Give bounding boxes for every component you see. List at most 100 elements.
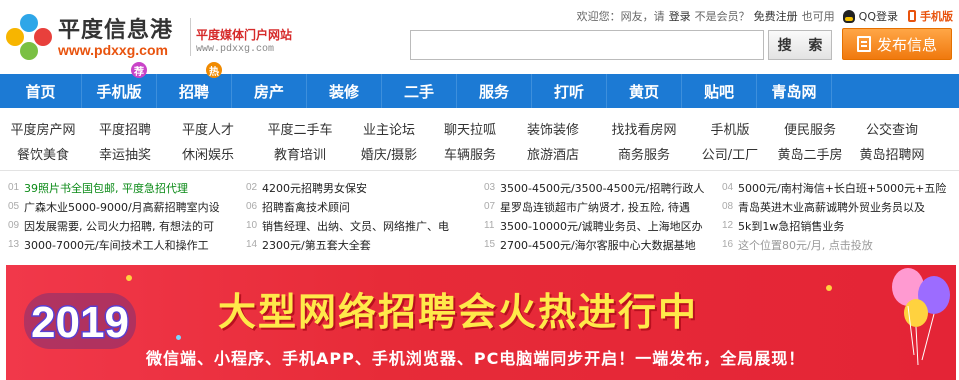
category-link[interactable]: 手机版 bbox=[692, 119, 768, 138]
category-link[interactable]: 黄岛二手房 bbox=[768, 144, 852, 163]
ad-item[interactable]: 09 因发展需要, 公司火力招聘, 有想法的可 bbox=[8, 216, 244, 235]
nav-item-secondhand[interactable]: 二手 bbox=[382, 74, 457, 108]
site-slogan: 平度媒体门户网站 bbox=[196, 28, 293, 42]
category-link[interactable]: 聊天拉呱 bbox=[430, 119, 510, 138]
login-link[interactable]: 登录 bbox=[669, 8, 691, 24]
not-member-text: 不是会员？ bbox=[694, 10, 750, 23]
ad-text: 4200元招聘男女保安 bbox=[262, 181, 367, 195]
category-link[interactable]: 平度人才 bbox=[164, 119, 252, 138]
nav-item-decor[interactable]: 装修 bbox=[307, 74, 382, 108]
ad-text: 这个位置80元/月, 点击投放 bbox=[738, 238, 873, 252]
category-link[interactable]: 婚庆/摄影 bbox=[348, 144, 430, 163]
ad-item[interactable]: 02 4200元招聘男女保安 bbox=[246, 178, 482, 197]
banner-title: 大型网络招聘会火热进行中 bbox=[218, 290, 699, 334]
nav-label: 贴吧 bbox=[703, 82, 734, 101]
recruitment-banner[interactable]: 2019 大型网络招聘会火热进行中 微信端、小程序、手机APP、手机浏览器、PC… bbox=[6, 265, 956, 380]
ad-text: 2300元/第五套大全套 bbox=[262, 238, 371, 252]
category-link[interactable]: 装饰装修 bbox=[510, 119, 596, 138]
nav-item-ask[interactable]: 打听 bbox=[532, 74, 607, 108]
ad-item[interactable]: 12 5k到1w急招销售业务 bbox=[722, 216, 958, 235]
main-nav: 首页 手机版 荐 招聘 热 房产 装修 二手 服务 打听 黄页 贴吧 青岛网 bbox=[0, 62, 959, 108]
publish-button[interactable]: 发布信息 bbox=[842, 28, 952, 60]
category-link[interactable]: 旅游酒店 bbox=[510, 144, 596, 163]
ad-item[interactable]: 06 招聘畜禽技术顾问 bbox=[246, 197, 482, 216]
nav-item-qingdao[interactable]: 青岛网 bbox=[757, 74, 832, 108]
section-divider bbox=[0, 170, 959, 171]
text-ads: 01 39照片书全国包邮, 平度急招代理 02 4200元招聘男女保安 03 3500… bbox=[8, 178, 956, 254]
ad-text: 3000-7000元/车间技术工人和操作工 bbox=[24, 238, 209, 252]
category-link[interactable]: 公司/工厂 bbox=[692, 144, 768, 163]
ad-text: 青岛英进木业高薪诚聘外贸业务员以及 bbox=[738, 200, 925, 214]
nav-label: 房产 bbox=[253, 82, 284, 101]
confetti-dot bbox=[176, 335, 181, 340]
ad-item[interactable]: 13 3000-7000元/车间技术工人和操作工 bbox=[8, 235, 244, 254]
ad-number: 07 bbox=[484, 201, 496, 212]
recommend-badge: 荐 bbox=[131, 62, 147, 78]
nav-label: 打听 bbox=[553, 82, 584, 101]
edit-icon bbox=[856, 36, 871, 52]
category-link[interactable]: 业主论坛 bbox=[348, 119, 430, 138]
mobile-version-link[interactable]: 手机版 bbox=[920, 8, 953, 24]
ad-number: 09 bbox=[8, 220, 20, 231]
nav-item-service[interactable]: 服务 bbox=[457, 74, 532, 108]
ad-text: 销售经理、出纳、文员、网络推广、电 bbox=[262, 219, 449, 233]
category-link[interactable]: 休闲娱乐 bbox=[164, 144, 252, 163]
ad-item[interactable]: 08 青岛英进木业高薪诚聘外贸业务员以及 bbox=[722, 197, 958, 216]
category-link[interactable]: 黄岛招聘网 bbox=[852, 144, 932, 163]
category-link[interactable]: 找找看房网 bbox=[596, 119, 692, 138]
ad-number: 11 bbox=[484, 220, 495, 231]
ad-item[interactable]: 15 2700-4500元/海尔客服中心大数据基地 bbox=[484, 235, 720, 254]
ad-number: 16 bbox=[722, 239, 734, 250]
ad-text: 39照片书全国包邮, 平度急招代理 bbox=[24, 181, 188, 195]
qq-icon[interactable] bbox=[842, 9, 855, 23]
ad-item[interactable]: 03 3500-4500元/3500-4500元/招聘行政人 bbox=[484, 178, 720, 197]
ad-item[interactable]: 10 销售经理、出纳、文员、网络推广、电 bbox=[246, 216, 482, 235]
ad-item[interactable]: 11 3500-10000元/诚聘业务员、上海地区办 bbox=[484, 216, 720, 235]
nav-item-home[interactable]: 首页 bbox=[0, 74, 82, 108]
nav-item-jobs[interactable]: 招聘 热 bbox=[157, 62, 232, 108]
category-link[interactable]: 商务服务 bbox=[596, 144, 692, 163]
category-link[interactable]: 便民服务 bbox=[768, 119, 852, 138]
nav-label: 首页 bbox=[25, 82, 56, 101]
nav-item-mobile[interactable]: 手机版 荐 bbox=[82, 62, 157, 108]
publish-label: 发布信息 bbox=[876, 35, 937, 54]
ad-number: 03 bbox=[484, 182, 496, 193]
ad-number: 12 bbox=[722, 220, 734, 231]
ad-item[interactable]: 01 39照片书全国包邮, 平度急招代理 bbox=[8, 178, 244, 197]
qq-login-link[interactable]: QQ登录 bbox=[859, 8, 898, 24]
welcome-text: 欢迎您：网友，请 bbox=[576, 10, 665, 23]
category-link[interactable]: 公交查询 bbox=[852, 119, 932, 138]
ad-text: 广森木业5000-9000/月高薪招聘室内设 bbox=[24, 200, 220, 214]
search-input[interactable] bbox=[410, 30, 764, 60]
category-link[interactable]: 平度房产网 bbox=[0, 119, 86, 138]
nav-item-yellowpages[interactable]: 黄页 bbox=[607, 74, 682, 108]
category-link[interactable]: 教育培训 bbox=[252, 144, 348, 163]
nav-item-house[interactable]: 房产 bbox=[232, 74, 307, 108]
nav-item-forum[interactable]: 贴吧 bbox=[682, 74, 757, 108]
nav-label: 手机版 bbox=[96, 82, 142, 101]
ad-item[interactable]: 05 广森木业5000-9000/月高薪招聘室内设 bbox=[8, 197, 244, 216]
banner-subtitle: 微信端、小程序、手机APP、手机浏览器、PC电脑端同步开启！一端发布，全局展现！ bbox=[146, 349, 806, 368]
logo-flower-icon bbox=[6, 14, 54, 62]
ad-number: 04 bbox=[722, 182, 734, 193]
category-link[interactable]: 平度二手车 bbox=[252, 119, 348, 138]
category-link[interactable]: 幸运抽奖 bbox=[86, 144, 164, 163]
category-link[interactable]: 平度招聘 bbox=[86, 119, 164, 138]
ad-item[interactable]: 16 这个位置80元/月, 点击投放 bbox=[722, 235, 958, 254]
search-button[interactable]: 搜 索 bbox=[768, 30, 832, 60]
ad-item[interactable]: 07 星罗岛连锁超市广纳贤才, 投五险, 待遇 bbox=[484, 197, 720, 216]
category-link[interactable]: 餐饮美食 bbox=[0, 144, 86, 163]
ad-text: 因发展需要, 公司火力招聘, 有想法的可 bbox=[24, 219, 214, 233]
ad-text: 星罗岛连锁超市广纳贤才, 投五险, 待遇 bbox=[500, 200, 690, 214]
ad-number: 08 bbox=[722, 201, 734, 212]
ad-item[interactable]: 14 2300元/第五套大全套 bbox=[246, 235, 482, 254]
category-links: 平度房产网 平度招聘 平度人才 平度二手车 业主论坛 聊天拉呱 装饰装修 找找看… bbox=[0, 116, 959, 166]
site-logo[interactable]: 平度信息港 www.pdxxg.com bbox=[6, 8, 192, 64]
category-link[interactable]: 车辆服务 bbox=[430, 144, 510, 163]
register-link[interactable]: 免费注册 bbox=[754, 8, 798, 24]
ad-number: 10 bbox=[246, 220, 258, 231]
ad-item[interactable]: 04 5000元/南村海信+长白班+5000元+五险 bbox=[722, 178, 958, 197]
banner-year: 2019 bbox=[31, 298, 129, 347]
ad-text: 2700-4500元/海尔客服中心大数据基地 bbox=[500, 238, 696, 252]
mobile-icon[interactable] bbox=[908, 10, 916, 22]
